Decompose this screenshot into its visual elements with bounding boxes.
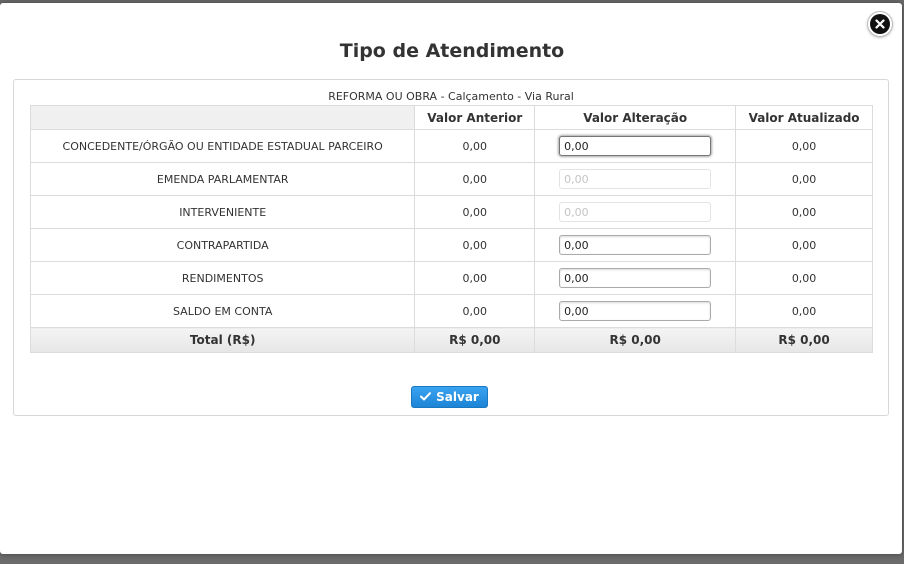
valor-alteracao-input[interactable]	[559, 136, 712, 156]
row-label: EMENDA PARLAMENTAR	[29, 162, 416, 196]
valor-atualizado-cell: 0,00	[735, 294, 873, 328]
valor-atualizado-cell: 0,00	[735, 195, 873, 229]
row-label: INTERVENIENTE	[29, 195, 416, 229]
total-valor-atualizado: R$ 0,00	[735, 327, 873, 353]
valor-alteracao-input[interactable]	[559, 235, 712, 255]
valor-atualizado-cell: 0,00	[735, 261, 873, 295]
values-table: Valor Anterior Valor Alteração Valor Atu…	[29, 105, 873, 353]
total-valor-anterior: R$ 0,00	[414, 327, 536, 353]
valor-alteracao-cell	[534, 195, 737, 229]
valor-alteracao-input	[559, 169, 712, 189]
table-row: CONTRAPARTIDA 0,00 0,00	[29, 228, 873, 262]
dialog: Tipo de Atendimento REFORMA OU OBRA - Ca…	[0, 3, 902, 554]
row-label: RENDIMENTOS	[29, 261, 416, 295]
table-row: INTERVENIENTE 0,00 0,00	[29, 195, 873, 229]
valor-anterior-cell: 0,00	[414, 261, 536, 295]
table-caption: REFORMA OU OBRA - Calçamento - Via Rural	[328, 90, 574, 103]
check-icon	[420, 390, 432, 404]
valor-atualizado-cell: 0,00	[735, 162, 873, 196]
valor-alteracao-cell	[534, 129, 737, 163]
valor-anterior-cell: 0,00	[414, 294, 536, 328]
dialog-title: Tipo de Atendimento	[339, 40, 565, 62]
table-header-row: Valor Anterior Valor Alteração Valor Atu…	[29, 105, 873, 130]
valor-alteracao-input[interactable]	[559, 301, 712, 321]
valor-alteracao-cell	[534, 261, 737, 295]
header-valor-anterior: Valor Anterior	[414, 105, 536, 130]
header-valor-alteracao: Valor Alteração	[534, 105, 737, 130]
valor-anterior-cell: 0,00	[414, 228, 536, 262]
close-icon	[870, 14, 890, 34]
valor-anterior-cell: 0,00	[414, 129, 536, 163]
row-label: CONCEDENTE/ÓRGÃO OU ENTIDADE ESTADUAL PA…	[29, 129, 416, 163]
valor-alteracao-cell	[534, 294, 737, 328]
valor-atualizado-cell: 0,00	[735, 129, 873, 163]
row-label: CONTRAPARTIDA	[29, 228, 416, 262]
header-blank	[29, 105, 416, 130]
valor-anterior-cell: 0,00	[414, 162, 536, 196]
valor-alteracao-input	[559, 202, 712, 222]
table-row: CONCEDENTE/ÓRGÃO OU ENTIDADE ESTADUAL PA…	[29, 129, 873, 163]
valor-atualizado-cell: 0,00	[735, 228, 873, 262]
save-button-label: Salvar	[436, 390, 479, 404]
valor-anterior-cell: 0,00	[414, 195, 536, 229]
total-valor-alteracao: R$ 0,00	[534, 327, 737, 353]
values-panel: REFORMA OU OBRA - Calçamento - Via Rural…	[13, 79, 889, 416]
row-label: SALDO EM CONTA	[29, 294, 416, 328]
total-row: Total (R$) R$ 0,00 R$ 0,00 R$ 0,00	[29, 327, 873, 353]
total-label: Total (R$)	[29, 327, 416, 353]
close-button[interactable]	[868, 12, 892, 36]
table-row: RENDIMENTOS 0,00 0,00	[29, 261, 873, 295]
valor-alteracao-cell	[534, 228, 737, 262]
save-button[interactable]: Salvar	[411, 386, 488, 408]
table-row: SALDO EM CONTA 0,00 0,00	[29, 294, 873, 328]
table-row: EMENDA PARLAMENTAR 0,00 0,00	[29, 162, 873, 196]
valor-alteracao-input[interactable]	[559, 268, 712, 288]
header-valor-atualizado: Valor Atualizado	[735, 105, 873, 130]
valor-alteracao-cell	[534, 162, 737, 196]
